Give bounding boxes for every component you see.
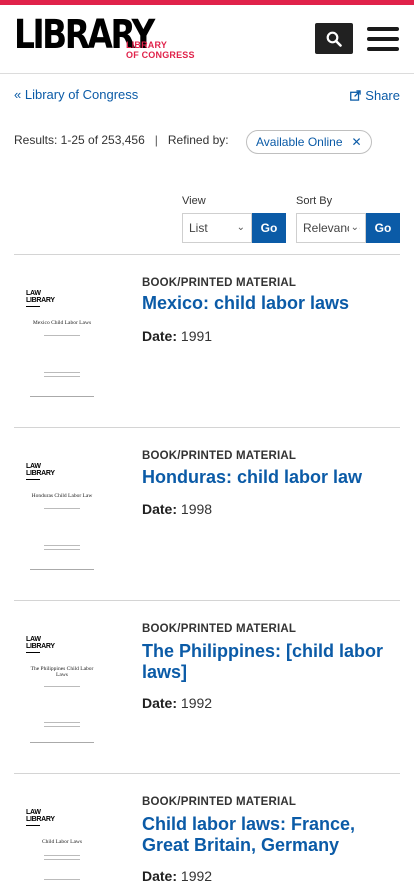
thumbnail-logo: LAW LIBRARY <box>26 463 55 480</box>
filter-pill-available-online[interactable]: Available Online ✕ <box>246 130 372 154</box>
item-title-link[interactable]: The Philippines: [child labor laws] <box>142 641 394 683</box>
thumbnail-line <box>44 545 80 546</box>
thumbnail-logo: LAW LIBRARY <box>26 290 55 307</box>
item-thumbnail[interactable]: LAW LIBRARY Mexico Child Labor Laws <box>24 288 100 397</box>
results-separator: | <box>154 133 158 147</box>
chevron-down-icon: ⌄ <box>348 214 359 242</box>
thumbnail-title: Honduras Child Labor Law <box>31 493 93 499</box>
site-header: LIBRARY LIBRARY OF CONGRESS <box>0 5 414 74</box>
share-label: Share <box>365 88 400 103</box>
list-item: LAW LIBRARY Mexico Child Labor Laws BOOK/… <box>14 254 400 427</box>
search-icon <box>326 31 342 47</box>
thumbnail-line <box>44 855 80 856</box>
thumbnail-line <box>44 686 80 687</box>
item-thumbnail[interactable]: LAW LIBRARY Child Labor Laws <box>24 807 100 896</box>
list-item: LAW LIBRARY Honduras Child Labor Law BOOK… <box>14 427 400 600</box>
list-item: LAW LIBRARY The Philippines Child Labor L… <box>14 600 400 773</box>
item-thumbnail[interactable]: LAW LIBRARY Honduras Child Labor Law <box>24 461 100 570</box>
item-thumbnail[interactable]: LAW LIBRARY The Philippines Child Labor L… <box>24 634 100 743</box>
logo-subtitle: LIBRARY OF CONGRESS <box>126 40 195 60</box>
thumbnail-line <box>44 549 80 550</box>
item-title-link[interactable]: Child labor laws: France, Great Britain,… <box>142 814 394 856</box>
thumbnail-logo: LAW LIBRARY <box>26 636 55 653</box>
thumbnail-line <box>44 372 80 373</box>
list-item: LAW LIBRARY Child Labor Laws BOOK/PRINTED… <box>14 773 400 896</box>
filter-pill-label: Available Online <box>256 135 343 149</box>
sort-go-button[interactable]: Go <box>366 213 400 243</box>
thumbnail-line <box>44 879 80 880</box>
thumbnail-line <box>44 335 80 336</box>
search-button[interactable] <box>315 23 353 54</box>
view-label: View <box>182 195 206 207</box>
thumbnail-title: The Philippines Child Labor Laws <box>30 666 94 678</box>
thumbnail-line <box>30 742 94 743</box>
sort-label: Sort By <box>296 195 333 207</box>
sort-select[interactable]: Relevance ⌄ <box>296 213 366 243</box>
thumbnail-line <box>44 726 80 727</box>
menu-bar <box>367 27 399 31</box>
item-date: Date: 1998 <box>142 501 213 517</box>
thumbnail-line <box>44 859 80 860</box>
view-select-value: List <box>189 221 208 235</box>
item-format: BOOK/PRINTED MATERIAL <box>142 450 297 462</box>
breadcrumb-link[interactable]: « Library of Congress <box>14 87 138 102</box>
results-summary: Results: 1-25 of 253,456 | Refined by: <box>14 133 229 147</box>
thumbnail-line <box>30 569 94 570</box>
thumbnail-title: Mexico Child Labor Laws <box>32 320 92 326</box>
item-format: BOOK/PRINTED MATERIAL <box>142 623 297 635</box>
menu-bar <box>367 47 399 51</box>
item-title-link[interactable]: Honduras: child labor law <box>142 467 394 488</box>
hamburger-menu-button[interactable] <box>366 24 400 54</box>
thumbnail-line <box>30 396 94 397</box>
refined-by-label: Refined by: <box>167 133 229 147</box>
view-go-button[interactable]: Go <box>252 213 286 243</box>
share-icon <box>350 90 362 101</box>
thumbnail-title: Child Labor Laws <box>41 839 83 845</box>
share-button[interactable]: Share <box>350 88 400 103</box>
library-of-congress-logo[interactable]: LIBRARY LIBRARY OF CONGRESS <box>14 15 195 61</box>
results-count: Results: 1-25 of 253,456 <box>14 133 145 147</box>
item-format: BOOK/PRINTED MATERIAL <box>142 277 297 289</box>
thumbnail-logo: LAW LIBRARY <box>26 809 55 826</box>
menu-bar <box>367 37 399 41</box>
item-date: Date: 1992 <box>142 695 213 711</box>
item-format: BOOK/PRINTED MATERIAL <box>142 796 297 808</box>
view-select[interactable]: List ⌄ <box>182 213 252 243</box>
item-date: Date: 1992 <box>142 868 213 884</box>
chevron-down-icon: ⌄ <box>236 222 245 233</box>
item-date: Date: 1991 <box>142 328 213 344</box>
thumbnail-line <box>44 376 80 377</box>
thumbnail-line <box>44 722 80 723</box>
thumbnail-line <box>44 508 80 509</box>
item-title-link[interactable]: Mexico: child labor laws <box>142 293 394 314</box>
close-icon[interactable]: ✕ <box>351 131 361 153</box>
